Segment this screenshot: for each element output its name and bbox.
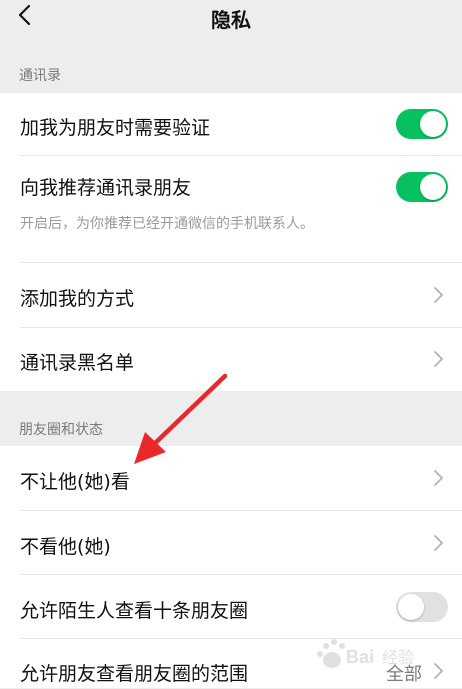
svg-text:Bai: Bai [346, 647, 374, 667]
verify-label: 加我为朋友时需要验证 [20, 117, 211, 139]
strangers-row[interactable]: 允许陌生人查看十条朋友圈 [0, 575, 462, 639]
section-label-contacts: 通讯录 [19, 68, 61, 84]
navigation-bar: 隐私 [0, 0, 462, 34]
toggle-knob [398, 594, 424, 620]
verify-toggle[interactable] [396, 109, 448, 139]
chevron-right-icon [434, 470, 443, 486]
recommend-toggle[interactable] [396, 172, 448, 202]
dont-see-row[interactable]: 不看他(她) [0, 511, 462, 575]
add-methods-label: 添加我的方式 [20, 288, 135, 310]
section-label-moments: 朋友圈和状态 [19, 422, 103, 438]
chevron-right-icon [434, 663, 443, 679]
recommend-label: 向我推荐通讯录朋友 [20, 177, 192, 199]
svg-text:经验: 经验 [382, 649, 414, 667]
page-title: 隐私 [211, 8, 251, 32]
recommend-row[interactable]: 向我推荐通讯录朋友 开启后，为你推荐已经开通微信的手机联系人。 [0, 156, 462, 263]
contacts-group: 加我为朋友时需要验证 向我推荐通讯录朋友 开启后，为你推荐已经开通微信的手机联系… [0, 93, 462, 391]
recommend-hint: 开启后，为你推荐已经开通微信的手机联系人。 [20, 216, 314, 232]
blacklist-row[interactable]: 通讯录黑名单 [0, 328, 462, 391]
baidu-watermark-logo: Bai 经验 [317, 639, 414, 668]
toggle-knob [420, 174, 446, 200]
chevron-right-icon [434, 287, 443, 303]
strangers-toggle[interactable] [396, 592, 448, 622]
chevron-right-icon [434, 351, 443, 367]
verify-row[interactable]: 加我为朋友时需要验证 [0, 93, 462, 156]
range-label: 允许朋友查看朋友圈的范围 [20, 663, 249, 685]
blacklist-label: 通讯录黑名单 [20, 352, 135, 374]
hide-from-row[interactable]: 不让他(她)看 [0, 446, 462, 511]
add-methods-row[interactable]: 添加我的方式 [0, 263, 462, 328]
hide-from-label: 不让他(她)看 [20, 471, 130, 493]
strangers-label: 允许陌生人查看十条朋友圈 [20, 600, 249, 622]
toggle-knob [420, 111, 446, 137]
dont-see-label: 不看他(她) [20, 536, 111, 558]
chevron-right-icon [434, 535, 443, 551]
